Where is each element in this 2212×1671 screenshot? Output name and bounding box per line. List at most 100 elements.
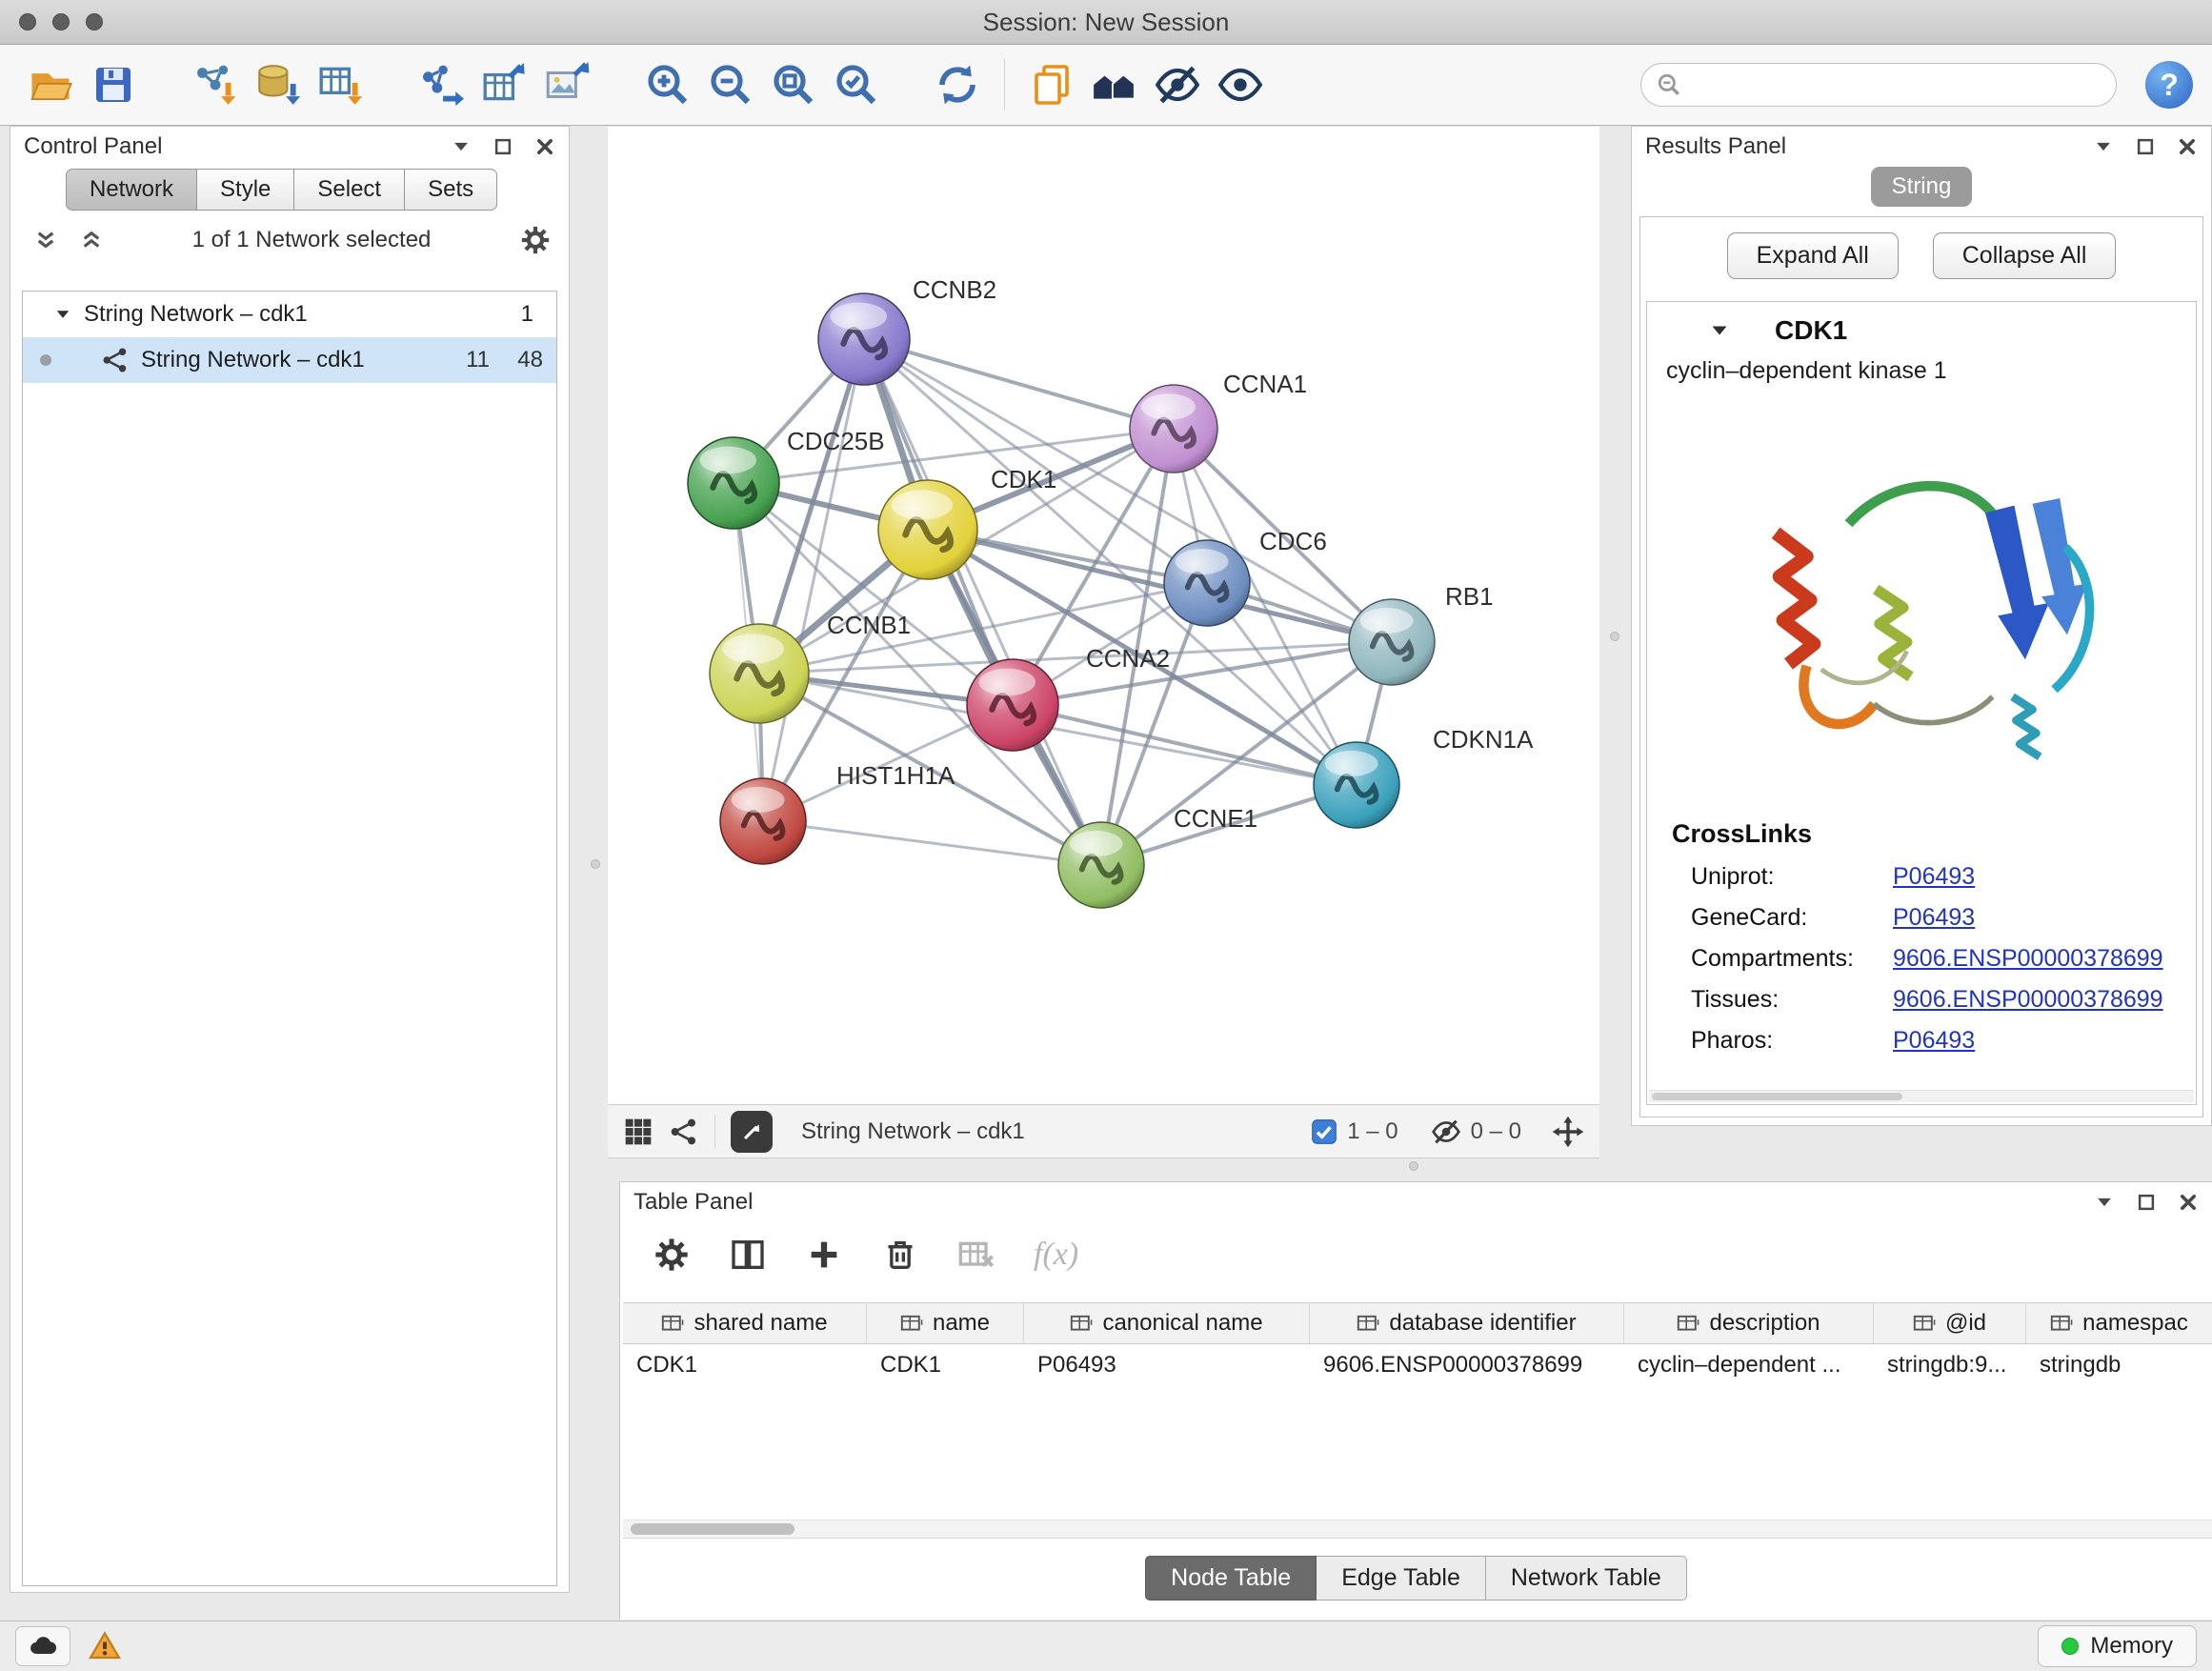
control-panel-close-button[interactable] <box>534 136 555 157</box>
pharos-link[interactable]: P06493 <box>1893 1027 1975 1055</box>
clone-network-button[interactable] <box>410 53 473 116</box>
zoom-selected-button[interactable] <box>825 53 888 116</box>
export-image-button[interactable] <box>535 53 598 116</box>
gene-section: CDK1 cyclin–dependent kinase 1 Cross <box>1646 301 2197 1105</box>
uniprot-link[interactable]: P06493 <box>1893 863 1975 891</box>
compartments-link[interactable]: 9606.ENSP00000378699 <box>1893 945 2163 973</box>
crosslink-row: Pharos: P06493 <box>1647 1020 2196 1061</box>
collection-count: 1 <box>521 301 533 328</box>
results-panel-close-button[interactable] <box>2177 136 2198 157</box>
protein-structure-image <box>1712 396 2131 806</box>
network-options-gear-icon[interactable] <box>519 224 552 256</box>
zoom-in-button[interactable] <box>636 53 699 116</box>
network-canvas[interactable]: CCNB2CCNA1CDC25BCDK1CDC6RB1CCNB1CCNA2CDK… <box>608 127 1599 1104</box>
table-horizontal-scrollbar[interactable] <box>623 1520 2212 1538</box>
column-header-id[interactable]: @id <box>1874 1303 2026 1343</box>
detach-view-button[interactable] <box>731 1111 773 1153</box>
expand-tree-icon[interactable] <box>79 228 104 252</box>
string-network-icon <box>101 346 130 374</box>
tissues-link[interactable]: 9606.ENSP00000378699 <box>1893 986 2163 1014</box>
open-session-button[interactable] <box>19 53 82 116</box>
hidden-eye-slash-icon[interactable] <box>1431 1117 1461 1147</box>
tab-edge-table[interactable]: Edge Table <box>1317 1556 1486 1601</box>
hide-graphics-details-button[interactable] <box>1146 53 1209 116</box>
network-status-dot <box>40 354 51 366</box>
grid-view-icon[interactable] <box>623 1117 654 1147</box>
import-network-database-button[interactable] <box>246 53 309 116</box>
tab-sets[interactable]: Sets <box>405 169 497 211</box>
results-panel-float-button[interactable] <box>2135 136 2156 157</box>
delete-column-icon[interactable] <box>881 1236 919 1274</box>
show-graphics-details-button[interactable] <box>1209 53 1272 116</box>
table-header-row: shared name name canonical name database… <box>623 1303 2212 1344</box>
window-minimize-button[interactable] <box>52 13 70 30</box>
edge-count: 48 <box>501 347 543 373</box>
warning-icon[interactable] <box>88 1629 122 1663</box>
collapse-all-button[interactable]: Collapse All <box>1933 232 2117 279</box>
cloud-button[interactable] <box>15 1626 70 1666</box>
copy-documents-button[interactable] <box>1020 53 1083 116</box>
collection-expander-icon[interactable] <box>53 305 72 324</box>
node-label-CDC25B: CDC25B <box>787 427 885 455</box>
gene-section-expander-icon[interactable] <box>1708 319 1731 342</box>
column-header-shared-name[interactable]: shared name <box>623 1303 867 1343</box>
genecard-link[interactable]: P06493 <box>1893 904 1975 932</box>
left-splitter-handle[interactable] <box>591 859 600 869</box>
hidden-counts: 0 – 0 <box>1471 1118 1521 1145</box>
double-house-button[interactable] <box>1083 53 1146 116</box>
right-splitter-handle[interactable] <box>1610 632 1619 641</box>
crosslink-row: Uniprot: P06493 <box>1647 856 2196 897</box>
show-columns-icon[interactable] <box>729 1236 767 1274</box>
column-header-namespace[interactable]: namespac <box>2026 1303 2212 1343</box>
network-row[interactable]: String Network – cdk1 11 48 <box>23 337 556 383</box>
tab-style[interactable]: Style <box>197 169 294 211</box>
network-view-bar: String Network – cdk1 1 – 0 0 – 0 <box>608 1104 1599 1158</box>
scrollbar-thumb[interactable] <box>631 1523 794 1535</box>
memory-status-dot <box>2061 1638 2079 1655</box>
window-close-button[interactable] <box>19 13 36 30</box>
window-zoom-button[interactable] <box>86 13 103 30</box>
zoom-out-button[interactable] <box>699 53 762 116</box>
export-table-button[interactable] <box>473 53 535 116</box>
refresh-button[interactable] <box>926 53 989 116</box>
help-button[interactable]: ? <box>2145 61 2193 109</box>
search-input[interactable] <box>1691 70 2101 99</box>
bottom-splitter-handle[interactable] <box>1409 1161 1418 1171</box>
collapse-tree-icon[interactable] <box>33 228 58 252</box>
search-box[interactable] <box>1640 63 2117 107</box>
column-header-database-identifier[interactable]: database identifier <box>1310 1303 1624 1343</box>
column-header-description[interactable]: description <box>1624 1303 1874 1343</box>
selected-checkbox-icon[interactable] <box>1311 1118 1337 1145</box>
table-row[interactable]: CDK1 CDK1 P06493 9606.ENSP00000378699 cy… <box>623 1344 2212 1386</box>
add-column-icon[interactable] <box>805 1236 843 1274</box>
table-panel-close-button[interactable] <box>2178 1192 2199 1213</box>
zoom-fit-button[interactable] <box>762 53 825 116</box>
string-tab-badge[interactable]: String <box>1871 167 1973 207</box>
string-results-container: Expand All Collapse All CDK1 cyclin–depe… <box>1639 216 2203 1117</box>
gene-name: CDK1 <box>1775 315 1847 346</box>
main-toolbar: ? <box>0 45 2212 126</box>
pan-move-icon[interactable] <box>1552 1116 1584 1148</box>
memory-button[interactable]: Memory <box>2038 1625 2197 1667</box>
control-panel: Control Panel Network Style Select Sets … <box>10 126 570 1593</box>
application-window: Session: New Session <box>0 0 2212 1671</box>
control-panel-menu-icon[interactable] <box>451 136 472 157</box>
import-table-button[interactable] <box>309 53 372 116</box>
network-overview-icon[interactable] <box>669 1117 699 1147</box>
column-header-canonical-name[interactable]: canonical name <box>1024 1303 1310 1343</box>
save-session-button[interactable] <box>82 53 145 116</box>
tab-select[interactable]: Select <box>294 169 405 211</box>
results-panel-menu-icon[interactable] <box>2093 136 2114 157</box>
tab-network-table[interactable]: Network Table <box>1486 1556 1687 1601</box>
tab-network[interactable]: Network <box>66 169 197 211</box>
table-panel-menu-icon[interactable] <box>2094 1192 2115 1213</box>
tab-node-table[interactable]: Node Table <box>1145 1556 1317 1601</box>
expand-all-button[interactable]: Expand All <box>1727 232 1899 279</box>
table-panel-float-button[interactable] <box>2136 1192 2157 1213</box>
network-collection-row[interactable]: String Network – cdk1 1 <box>23 292 556 337</box>
control-panel-float-button[interactable] <box>493 136 513 157</box>
table-settings-gear-icon[interactable] <box>653 1236 691 1274</box>
column-header-name[interactable]: name <box>867 1303 1024 1343</box>
import-network-file-button[interactable] <box>183 53 246 116</box>
results-horizontal-scrollbar[interactable] <box>1649 1090 2194 1102</box>
